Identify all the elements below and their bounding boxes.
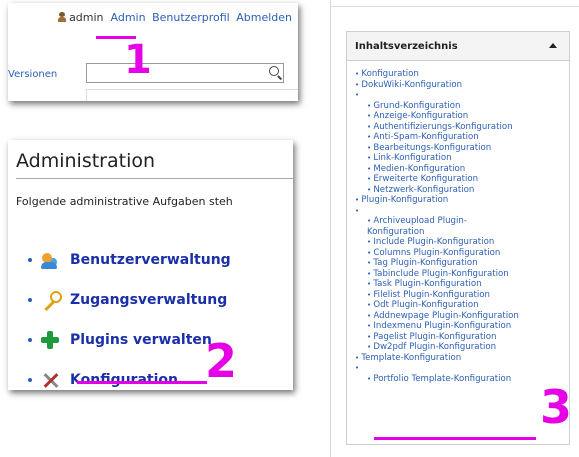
intro-text: Folgende administrative Aufgaben steh <box>16 195 233 208</box>
configuration-underline <box>77 381 207 384</box>
list-item: Plugins verwalten <box>28 320 231 360</box>
toc-item[interactable]: Include Plugin-Konfiguration <box>367 237 569 248</box>
toc-list: Konfiguration DokuWiki-Konfiguration Gru… <box>355 69 569 384</box>
bullet <box>28 378 32 382</box>
toc-item[interactable]: Tag Plugin-Konfiguration <box>367 258 569 269</box>
toc-item[interactable]: Pagelist Plugin-Konfiguration <box>367 332 569 343</box>
toc-group: Portfolio Template-Konfiguration <box>355 363 569 384</box>
toc-item[interactable]: Anzeige-Konfiguration <box>367 111 569 122</box>
username: admin <box>69 11 104 24</box>
key-icon <box>40 290 62 310</box>
toc-item[interactable]: Medien-Konfiguration <box>367 164 569 175</box>
portfolio-underline <box>374 437 536 440</box>
admin-link[interactable]: Admin <box>111 11 146 24</box>
list-item: Zugangsverwaltung <box>28 280 231 320</box>
toc-header[interactable]: Inhaltsverzeichnis <box>347 32 569 61</box>
user-bar: admin Admin Benutzerprofil Abmelden <box>58 11 292 24</box>
toc-item[interactable]: Template-Konfiguration <box>355 353 569 364</box>
search-box <box>86 63 284 85</box>
list-item: Benutzerverwaltung <box>28 240 231 280</box>
toc-item[interactable]: Anti-Spam-Konfiguration <box>367 132 569 143</box>
toc-frame-topline <box>330 6 579 7</box>
toc-item[interactable]: Odt Plugin-Konfiguration <box>367 300 569 311</box>
toc-group: Archiveupload Plugin-Konfiguration Inclu… <box>355 206 569 353</box>
toc-item[interactable]: Erweiterte Konfiguration <box>367 174 569 185</box>
bullet <box>28 298 32 302</box>
plugin-manager-link[interactable]: Plugins verwalten <box>70 332 212 348</box>
user-toolbar-panel: admin Admin Benutzerprofil Abmelden Versi… <box>8 3 298 101</box>
list-item: Konfiguration <box>28 360 231 390</box>
tools-icon <box>40 370 60 390</box>
toc-group: Grund-Konfiguration Anzeige-Konfiguratio… <box>355 90 569 195</box>
administration-panel: Administration Folgende administrative A… <box>8 140 293 390</box>
collapse-arrow-icon[interactable] <box>549 43 557 48</box>
toc-item[interactable]: Dw2pdf Plugin-Konfiguration <box>367 342 569 353</box>
toc-item[interactable]: Filelist Plugin-Konfiguration <box>367 290 569 301</box>
toc-item[interactable]: Archiveupload Plugin-Konfiguration <box>367 216 517 237</box>
toc-item[interactable]: Authentifizierungs-Konfiguration <box>367 122 569 133</box>
plugin-icon <box>40 330 60 350</box>
user-management-link[interactable]: Benutzerverwaltung <box>70 252 231 268</box>
users-icon <box>40 250 60 270</box>
page-title: Administration <box>16 150 156 172</box>
admin-task-list: Benutzerverwaltung Zugangsverwaltung Plu… <box>28 240 231 390</box>
annotation-2: 2 <box>205 334 238 388</box>
search-input[interactable] <box>87 68 265 85</box>
access-management-link[interactable]: Zugangsverwaltung <box>70 292 227 308</box>
bullet <box>28 338 32 342</box>
toc-item[interactable]: Tabinclude Plugin-Konfiguration <box>367 269 569 280</box>
toc-item[interactable]: Grund-Konfiguration <box>367 101 569 112</box>
toc-item[interactable]: Indexmenu Plugin-Konfiguration <box>367 321 569 332</box>
toc-item[interactable]: DokuWiki-Konfiguration <box>355 80 569 91</box>
toc-title: Inhaltsverzeichnis <box>355 41 458 52</box>
logout-link[interactable]: Abmelden <box>236 11 292 24</box>
table-of-contents: Inhaltsverzeichnis Konfiguration DokuWik… <box>346 31 570 445</box>
toc-item[interactable]: Konfiguration <box>355 69 569 80</box>
toc-sublist: Archiveupload Plugin-Konfiguration Inclu… <box>355 216 569 353</box>
toc-sublist: Grund-Konfiguration Anzeige-Konfiguratio… <box>355 101 569 196</box>
toc-sublist: Portfolio Template-Konfiguration <box>355 374 569 385</box>
toc-item[interactable]: Link-Konfiguration <box>367 153 569 164</box>
toc-item[interactable]: Columns Plugin-Konfiguration <box>367 248 569 259</box>
annotation-3: 3 <box>540 380 573 434</box>
user-icon <box>58 12 67 22</box>
toc-item[interactable]: Addnewpage Plugin-Konfiguration <box>367 311 569 322</box>
toc-item-portfolio-template[interactable]: Portfolio Template-Konfiguration <box>367 374 569 385</box>
versions-link[interactable]: Versionen <box>8 69 57 80</box>
toc-item[interactable]: Netzwerk-Konfiguration <box>367 185 569 196</box>
search-icon[interactable] <box>269 66 279 76</box>
title-divider <box>16 178 293 179</box>
configuration-link[interactable]: Konfiguration <box>70 372 178 388</box>
toc-item[interactable]: Plugin-Konfiguration <box>355 195 569 206</box>
toc-body: Konfiguration DokuWiki-Konfiguration Gru… <box>355 69 569 444</box>
toc-item[interactable]: Bearbeitungs-Konfiguration <box>367 143 569 154</box>
profile-link[interactable]: Benutzerprofil <box>152 11 230 24</box>
toc-item[interactable]: Task Plugin-Konfiguration <box>367 279 569 290</box>
annotation-1: 1 <box>124 37 152 83</box>
nav-bar-edge <box>86 89 298 101</box>
bullet <box>28 258 32 262</box>
